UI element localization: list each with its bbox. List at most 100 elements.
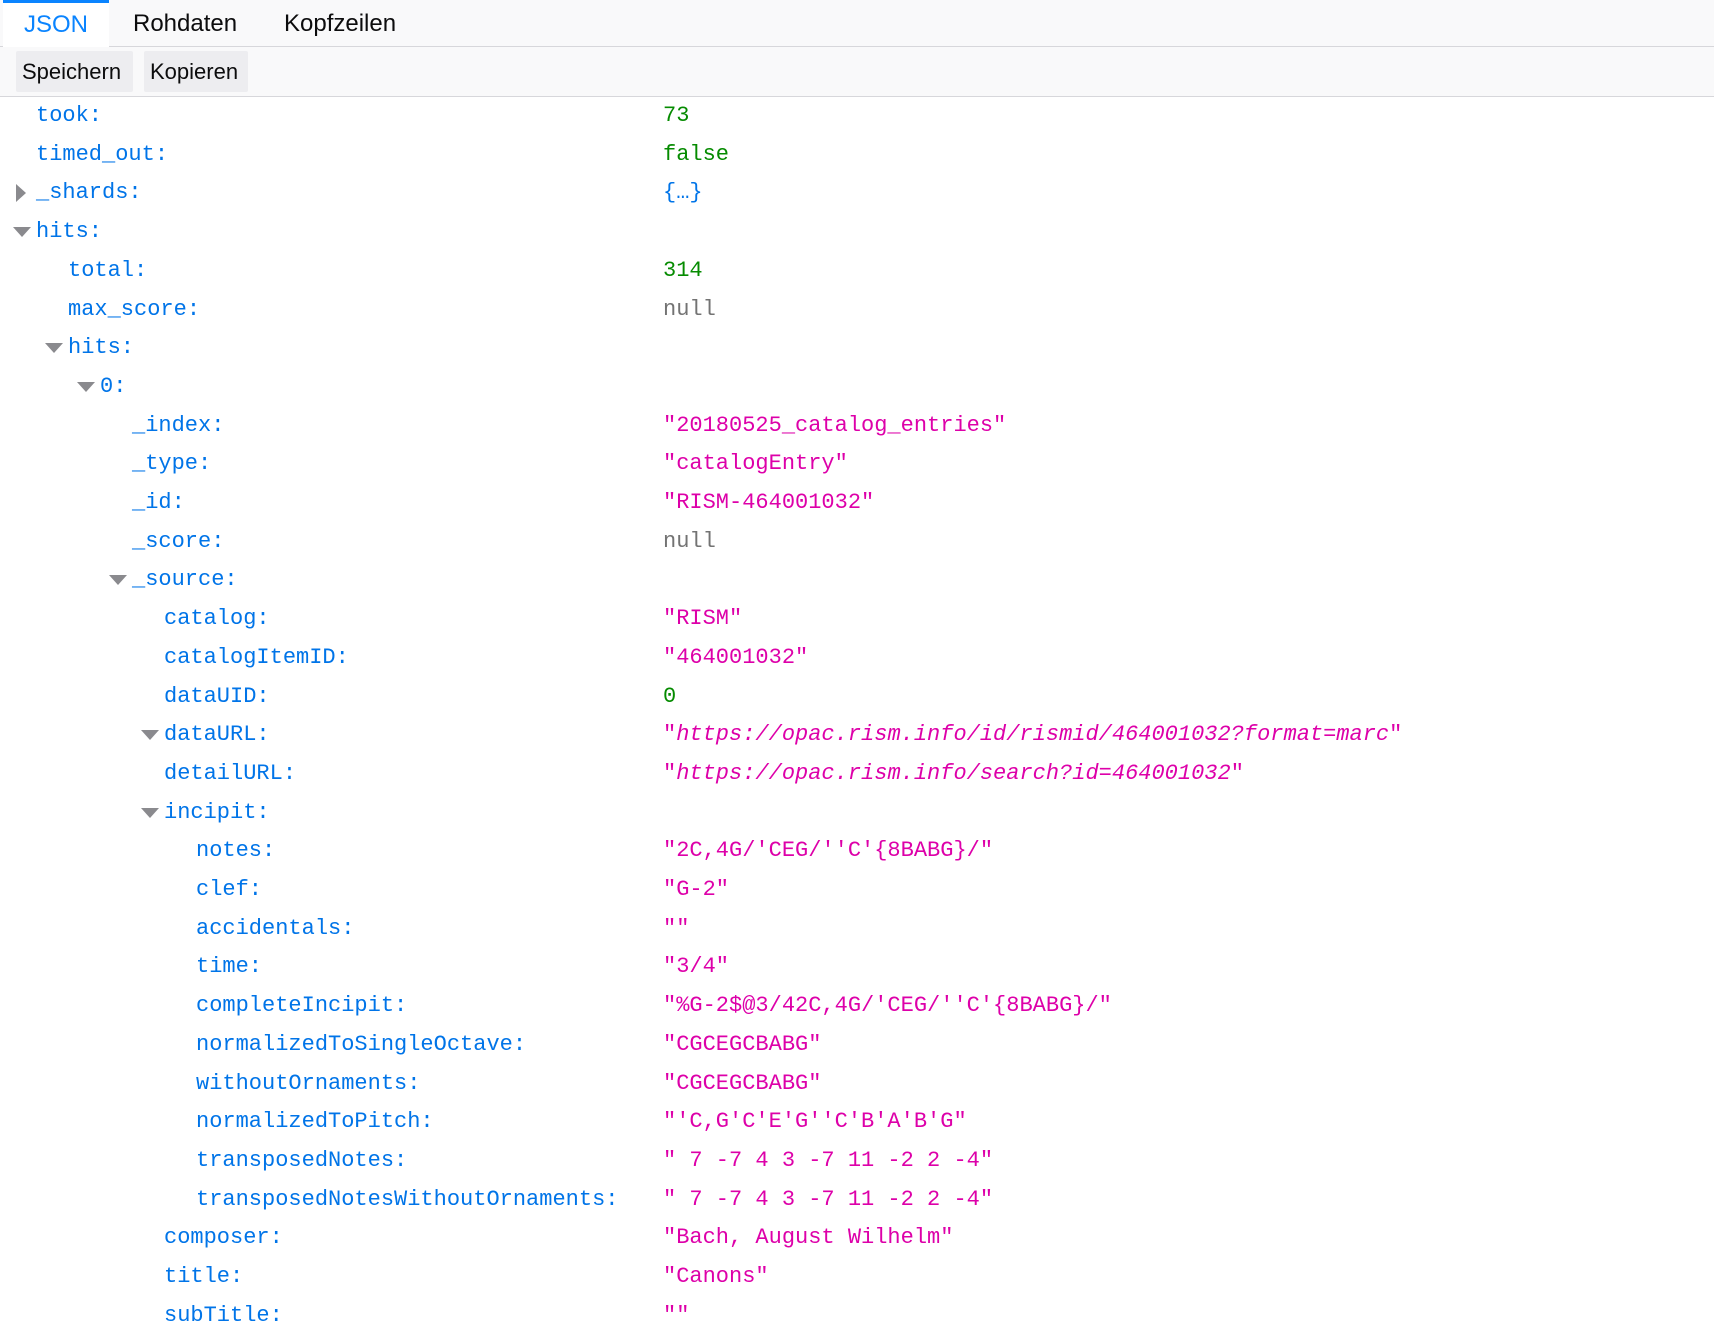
json-key: took: bbox=[36, 103, 103, 128]
expanded-triangle-icon[interactable] bbox=[12, 213, 32, 251]
json-value: "20180525_catalog_entries" bbox=[663, 413, 1007, 438]
json-row: catalogItemID: "464001032" bbox=[0, 639, 1714, 677]
json-value: "RISM-464001032" bbox=[663, 490, 875, 515]
json-url-link[interactable]: https://opac.rism.info/search?id=4640010… bbox=[676, 761, 1231, 786]
json-value: " 7 -7 4 3 -7 11 -2 2 -4" bbox=[663, 1187, 994, 1212]
save-button[interactable]: Speichern bbox=[16, 51, 133, 92]
json-key: _id: bbox=[132, 490, 185, 515]
json-key[interactable]: _shards: bbox=[36, 174, 142, 212]
json-row: max_score: null bbox=[0, 291, 1714, 329]
viewer-tab-bar: JSON Rohdaten Kopfzeilen bbox=[0, 0, 1714, 47]
json-row[interactable]: incipit: bbox=[0, 794, 1714, 832]
json-value: 0 bbox=[663, 684, 677, 709]
json-toolbar: Speichern Kopieren bbox=[0, 47, 1714, 97]
quote-mark: " bbox=[663, 722, 677, 747]
quote-mark: " bbox=[1230, 761, 1244, 786]
tab-json[interactable]: JSON bbox=[3, 0, 109, 47]
json-value: 314 bbox=[663, 258, 703, 283]
json-value: null bbox=[663, 529, 716, 554]
copy-button[interactable]: Kopieren bbox=[144, 51, 248, 92]
tab-raw-data[interactable]: Rohdaten bbox=[121, 0, 251, 47]
json-row: completeIncipit: "%G-2$@3/42C,4G/'CEG/''C… bbox=[0, 987, 1714, 1025]
json-key: title: bbox=[164, 1264, 244, 1289]
json-row: _score: null bbox=[0, 523, 1714, 561]
json-value: "3/4" bbox=[663, 954, 730, 979]
collapsed-triangle-icon[interactable] bbox=[12, 174, 32, 212]
json-row: time: "3/4" bbox=[0, 948, 1714, 986]
json-key: transposedNotes: bbox=[196, 1148, 408, 1173]
expanded-triangle-icon[interactable] bbox=[44, 329, 64, 367]
quote-mark: " bbox=[663, 761, 677, 786]
expanded-triangle-icon[interactable] bbox=[140, 716, 160, 754]
json-value: "%G-2$@3/42C,4G/'CEG/''C'{8BABG}/" bbox=[663, 993, 1112, 1018]
json-value: false bbox=[663, 142, 730, 167]
expanded-triangle-icon[interactable] bbox=[76, 368, 96, 406]
json-key: _score: bbox=[132, 529, 225, 554]
json-value: "CGCEGCBABG" bbox=[663, 1071, 822, 1096]
json-row: took: 73 bbox=[0, 97, 1714, 135]
json-row: normalizedToPitch: "'C,G'C'E'G''C'B'A'B'G… bbox=[0, 1103, 1714, 1141]
json-key: completeIncipit: bbox=[196, 993, 408, 1018]
json-row: _id: "RISM-464001032" bbox=[0, 484, 1714, 522]
json-key: withoutOrnaments: bbox=[196, 1071, 421, 1096]
quote-mark: " bbox=[1389, 722, 1403, 747]
json-value: "464001032" bbox=[663, 645, 809, 670]
json-row: detailURL: "https://opac.rism.info/search… bbox=[0, 755, 1714, 793]
json-key[interactable]: incipit: bbox=[164, 794, 270, 832]
json-row[interactable]: _source: bbox=[0, 561, 1714, 599]
json-row: transposedNotes: " 7 -7 4 3 -7 11 -2 2 -4… bbox=[0, 1142, 1714, 1180]
json-key[interactable]: hits: bbox=[68, 329, 134, 367]
json-key: catalog: bbox=[164, 606, 270, 631]
json-key[interactable]: dataURL: bbox=[164, 716, 270, 754]
json-value: "RISM" bbox=[663, 606, 743, 631]
json-value[interactable]: {…} bbox=[663, 174, 703, 212]
json-value: "https://opac.rism.info/search?id=464001… bbox=[663, 755, 1244, 793]
json-key: _type: bbox=[132, 451, 212, 476]
json-key: normalizedToSingleOctave: bbox=[196, 1032, 527, 1057]
json-row[interactable]: hits: bbox=[0, 213, 1714, 251]
json-value: "Canons" bbox=[663, 1264, 769, 1289]
json-key: dataUID: bbox=[164, 684, 270, 709]
json-row[interactable]: 0: bbox=[0, 368, 1714, 406]
tab-headers[interactable]: Kopfzeilen bbox=[270, 0, 420, 47]
json-key: normalizedToPitch: bbox=[196, 1109, 434, 1134]
json-row[interactable]: hits: bbox=[0, 329, 1714, 367]
json-key[interactable]: hits: bbox=[36, 213, 102, 251]
json-row: dataUID: 0 bbox=[0, 678, 1714, 716]
json-url-link[interactable]: https://opac.rism.info/id/rismid/4640010… bbox=[676, 722, 1389, 747]
json-viewer: JSON Rohdaten Kopfzeilen Speichern Kopie… bbox=[0, 0, 1714, 1322]
json-value: " 7 -7 4 3 -7 11 -2 2 -4" bbox=[663, 1148, 994, 1173]
json-value: "" bbox=[663, 916, 690, 941]
json-row: withoutOrnaments: "CGCEGCBABG" bbox=[0, 1065, 1714, 1103]
json-row[interactable]: _shards: {…} bbox=[0, 174, 1714, 212]
json-key: accidentals: bbox=[196, 916, 355, 941]
json-row: timed_out: false bbox=[0, 136, 1714, 174]
json-value: 73 bbox=[663, 103, 690, 128]
json-row: normalizedToSingleOctave: "CGCEGCBABG" bbox=[0, 1026, 1714, 1064]
json-key: time: bbox=[196, 954, 263, 979]
json-key: total: bbox=[68, 258, 148, 283]
json-value: "G-2" bbox=[663, 877, 730, 902]
json-row: _type: "catalogEntry" bbox=[0, 445, 1714, 483]
json-key: composer: bbox=[164, 1225, 283, 1250]
json-key: timed_out: bbox=[36, 142, 169, 167]
json-row: subTitle: "" bbox=[0, 1297, 1714, 1322]
json-key[interactable]: 0: bbox=[100, 368, 126, 406]
json-key: notes: bbox=[196, 838, 276, 863]
json-row: total: 314 bbox=[0, 252, 1714, 290]
json-key: detailURL: bbox=[164, 761, 297, 786]
expanded-triangle-icon[interactable] bbox=[108, 561, 128, 599]
json-value: "" bbox=[663, 1303, 690, 1322]
json-row: catalog: "RISM" bbox=[0, 600, 1714, 638]
json-key: clef: bbox=[196, 877, 263, 902]
json-row: _index: "20180525_catalog_entries" bbox=[0, 407, 1714, 445]
json-row: accidentals: "" bbox=[0, 910, 1714, 948]
expanded-triangle-icon[interactable] bbox=[140, 794, 160, 832]
json-row[interactable]: dataURL: "https://opac.rism.info/id/rismi… bbox=[0, 716, 1714, 754]
json-tree: took: 73 timed_out: false _shards: {…} hits: to… bbox=[0, 97, 1714, 1322]
json-key[interactable]: _source: bbox=[132, 561, 238, 599]
json-value: "catalogEntry" bbox=[663, 451, 848, 476]
json-key: catalogItemID: bbox=[164, 645, 349, 670]
json-value: "CGCEGCBABG" bbox=[663, 1032, 822, 1057]
json-row: transposedNotesWithoutOrnaments: " 7 -7 4… bbox=[0, 1181, 1714, 1219]
